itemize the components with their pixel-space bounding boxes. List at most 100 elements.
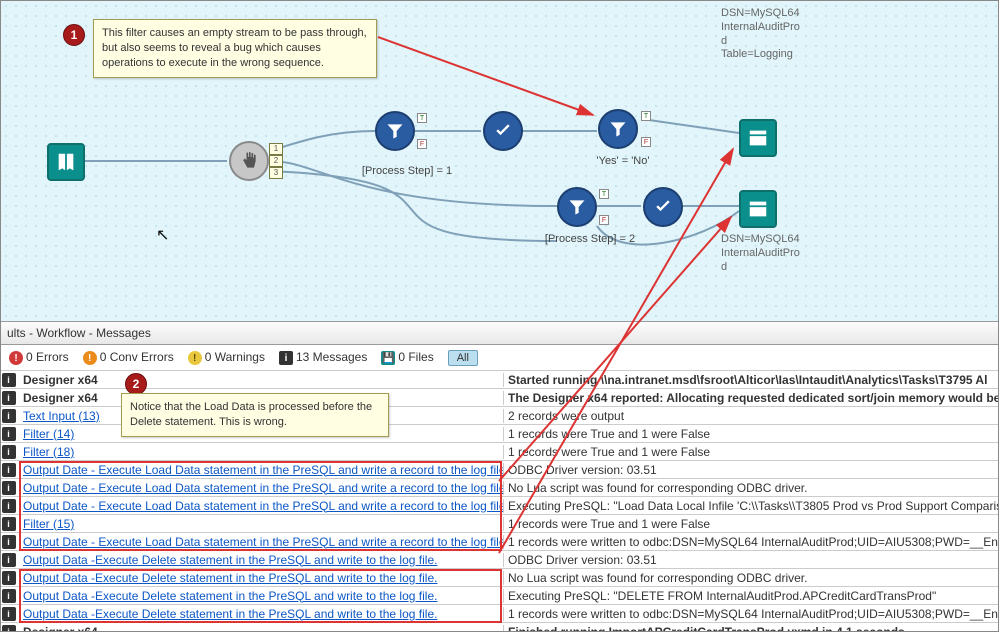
annotation-box-2: Notice that the Load Data is processed b… [121,393,389,437]
message-row-icon: i [1,373,19,387]
check-icon [493,121,513,141]
message-text: 1 records were True and 1 were False [504,517,998,531]
errors-stat[interactable]: !0 Errors [9,350,69,366]
select-tool-1[interactable] [483,111,523,151]
filter-tool-1[interactable] [375,111,415,151]
database-write-icon [747,127,769,149]
status-bar: !0 Errors !0 Conv Errors !0 Warnings i13… [1,345,998,371]
message-row-icon: i [1,463,19,477]
message-text: The Designer x64 reported: Allocating re… [504,391,998,405]
all-filter-button[interactable]: All [448,350,478,366]
message-row-icon: i [1,517,19,531]
message-row-icon: i [1,535,19,549]
message-text: 2 records were output [504,409,998,423]
tabs-label: ults - Workflow - Messages [7,326,151,340]
message-row: iOutput Data -Execute Delete statement i… [1,605,998,623]
message-text: 1 records were True and 1 were False [504,427,998,441]
filter-tool-2[interactable] [557,187,597,227]
message-row-icon: i [1,499,19,513]
filter-2-label: [Process Step] = 2 [535,233,645,245]
filter-1-label: [Process Step] = 1 [357,165,457,177]
files-icon: 💾 [381,351,395,365]
annotation-badge-2: 2 [125,373,147,395]
message-row: iOutput Data -Execute Delete statement i… [1,551,998,569]
message-text: 1 records were written to odbc:DSN=MySQL… [504,607,998,621]
message-row: iOutput Date - Execute Load Data stateme… [1,533,998,551]
block-until-done-tool[interactable] [229,141,269,181]
message-row: iFilter (18)1 records were True and 1 we… [1,443,998,461]
message-text: 1 records were True and 1 were False [504,445,998,459]
funnel-icon [385,121,405,141]
workflow-canvas[interactable]: 1 This filter causes an empty stream to … [1,1,998,321]
app-root: 1 This filter causes an empty stream to … [0,0,999,632]
message-row: iOutput Date - Execute Load Data stateme… [1,497,998,515]
mouse-cursor-icon: ↖ [156,225,169,245]
message-row-icon: i [1,589,19,603]
message-row-icon: i [1,445,19,459]
message-row-icon: i [1,607,19,621]
message-row: iOutput Data -Execute Delete statement i… [1,587,998,605]
message-source[interactable]: Output Data -Execute Delete statement in… [19,553,504,567]
message-source[interactable]: Output Date - Execute Load Data statemen… [19,481,504,495]
message-row-icon: i [1,553,19,567]
block-outputs: 123 [269,143,283,179]
message-text: No Lua script was found for correspondin… [504,481,998,495]
message-source[interactable]: Filter (15) [19,517,504,531]
message-source[interactable]: Output Data -Execute Delete statement in… [19,571,504,585]
message-source[interactable]: Output Date - Execute Load Data statemen… [19,463,504,477]
message-source[interactable]: Output Date - Execute Load Data statemen… [19,499,504,513]
hand-icon [239,151,259,171]
message-row: iDesigner x64Finished running ImportAPCr… [1,623,998,632]
select-tool-2[interactable] [643,187,683,227]
output-1-info: DSN=MySQL64 InternalAuditPro d Table=Log… [721,7,831,62]
message-row: iFilter (15)1 records were True and 1 we… [1,515,998,533]
messages-stat[interactable]: i13 Messages [279,350,367,366]
message-row: iOutput Date - Execute Load Data stateme… [1,479,998,497]
message-source[interactable]: Output Date - Execute Load Data statemen… [19,535,504,549]
book-icon [55,151,77,173]
message-text: ODBC Driver version: 03.51 [504,553,998,567]
funnel-icon [567,197,587,217]
message-source[interactable]: Output Data -Execute Delete statement in… [19,589,504,603]
files-stat[interactable]: 💾0 Files [381,350,433,366]
filter-tool-top[interactable] [598,109,638,149]
message-row-icon: i [1,409,19,423]
warning-icon: ! [188,351,202,365]
database-write-icon [747,198,769,220]
messages-icon: i [279,351,293,365]
output-data-tool-1[interactable] [739,119,777,157]
annotation-box-1: This filter causes an empty stream to be… [93,19,377,78]
message-text: Finished running ImportAPCreditCardTrans… [504,625,998,632]
conv-error-icon: ! [83,351,97,365]
messages-panel: iDesigner x64Started running \\na.intran… [1,371,998,632]
funnel-icon [608,119,628,139]
conv-errors-stat[interactable]: !0 Conv Errors [83,350,174,366]
message-source[interactable]: Filter (18) [19,445,504,459]
message-row-icon: i [1,427,19,441]
message-row: iOutput Data -Execute Delete statement i… [1,569,998,587]
message-text: ODBC Driver version: 03.51 [504,463,998,477]
message-source[interactable]: Output Data -Execute Delete statement in… [19,607,504,621]
message-source: Designer x64 [19,625,504,632]
warnings-stat[interactable]: !0 Warnings [188,350,265,366]
message-row-icon: i [1,571,19,585]
text-input-tool[interactable] [47,143,85,181]
check-icon [653,197,673,217]
message-text: Executing PreSQL: "Load Data Local Infil… [504,499,998,513]
message-row-icon: i [1,391,19,405]
filter-top-label: 'Yes' = 'No' [583,155,663,167]
message-text: 1 records were written to odbc:DSN=MySQL… [504,535,998,549]
message-row-icon: i [1,481,19,495]
output-2-info: DSN=MySQL64 InternalAuditPro d [721,233,831,274]
message-row: iOutput Date - Execute Load Data stateme… [1,461,998,479]
output-data-tool-2[interactable] [739,190,777,228]
message-source: Designer x64 [19,373,504,387]
message-row: iDesigner x64Started running \\na.intran… [1,371,998,389]
message-text: Executing PreSQL: "DELETE FROM InternalA… [504,589,998,603]
error-icon: ! [9,351,23,365]
results-tabs-bar: ults - Workflow - Messages [1,321,998,345]
message-row-icon: i [1,625,19,632]
message-text: No Lua script was found for correspondin… [504,571,998,585]
annotation-badge-1: 1 [63,24,85,46]
message-text: Started running \\na.intranet.msd\fsroot… [504,373,998,387]
